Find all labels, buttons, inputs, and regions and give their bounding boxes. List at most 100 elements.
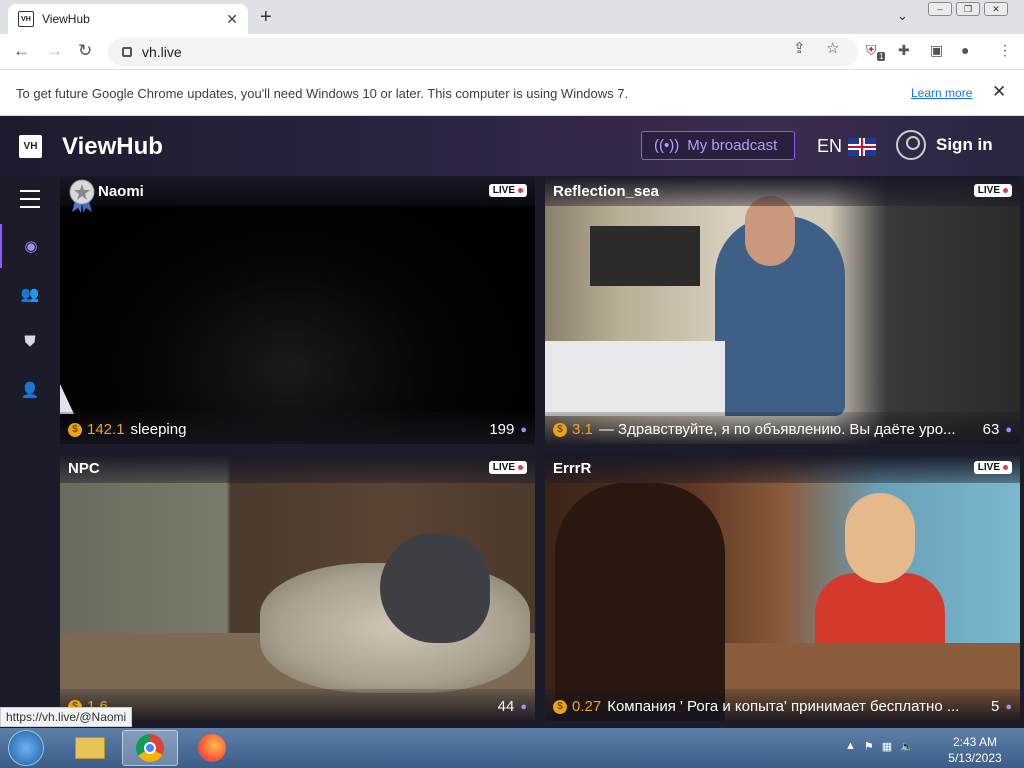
face-shape [845, 493, 915, 583]
stream-thumbnail [60, 176, 535, 444]
eye-icon: ● [520, 700, 527, 713]
tab-search-icon[interactable]: ⌄ [897, 8, 908, 24]
streamer-name: NPC [68, 460, 100, 477]
tab-title: ViewHub [42, 12, 90, 26]
menu-kebab-icon[interactable]: ⋮ [998, 42, 1012, 59]
hamburger-menu-icon[interactable] [20, 190, 40, 208]
broadcast-icon: ((•)) [654, 137, 680, 154]
network-icon[interactable]: ▦ [882, 740, 892, 753]
users-icon: 👥 [20, 286, 40, 303]
vh-logo[interactable]: VH [19, 135, 42, 158]
viewer-count: 5 [991, 698, 1000, 715]
file-explorer-icon[interactable] [62, 730, 118, 766]
windows-taskbar: ▲ ⚑ ▦ 🔈 2:43 AM 5/13/2023 [0, 728, 1024, 768]
bookmark-star-icon[interactable]: ☆ [826, 39, 839, 57]
volume-icon[interactable]: 🔈 [900, 740, 914, 753]
extension-badge: 1 [877, 52, 886, 61]
shield-user-icon: ⛊ [24, 332, 36, 350]
sidebar-item-users[interactable]: 👥 [0, 272, 60, 316]
user-settings-icon: 👤 [20, 382, 40, 399]
sidebar-item-streamers[interactable]: ⛊ [0, 319, 60, 363]
language-code: EN [817, 136, 843, 156]
coin-icon: $ [553, 422, 567, 437]
tips-amount: 142.1 [87, 421, 125, 438]
person-left-shape [555, 483, 725, 721]
back-icon[interactable]: ← [13, 41, 30, 61]
clock-time: 2:43 AM [952, 735, 998, 749]
language-selector[interactable]: EN [817, 136, 877, 157]
eye-icon: ● [1005, 423, 1012, 436]
viewer-count: 44 [497, 698, 515, 715]
forward-icon[interactable]: → [46, 41, 63, 61]
stream-info: $ 0.27 Компания ' Рога и копыта' принима… [553, 698, 1012, 715]
tips-amount: 3.1 [572, 421, 593, 438]
sign-in-label: Sign in [936, 135, 993, 154]
browser-tab-bar: VH ViewHub ✕ + ⌄ – ❐ ✕ [0, 0, 1024, 34]
my-broadcast-button[interactable]: ((•)) My broadcast [641, 131, 795, 160]
live-dot-icon [518, 465, 523, 470]
streamer-name: Reflection_sea [553, 183, 659, 200]
firefox-taskbar-icon[interactable] [184, 730, 240, 766]
vh-favicon-icon: VH [18, 11, 34, 27]
sidebar-item-profile[interactable]: 👤 [0, 368, 60, 412]
site-header: VH ViewHub ((•)) My broadcast EN Sign in [0, 116, 1024, 176]
live-dot-icon [518, 188, 523, 193]
sign-in-button[interactable]: Sign in [896, 130, 993, 160]
speakers-shape [590, 226, 700, 286]
lock-icon [122, 47, 132, 57]
action-center-icon[interactable]: ⚑ [864, 740, 874, 753]
coin-icon: $ [553, 699, 567, 714]
stream-topic: Компания ' Рога и копыта' принимает бесп… [607, 698, 960, 715]
browser-toolbar: ← → ↻ vh.live ⇪ ☆ ⛨ 1 ✚ ▣ ● ⋮ [0, 34, 1024, 70]
live-badge: LIVE [488, 184, 527, 197]
share-icon[interactable]: ⇪ [793, 39, 806, 57]
streamer-name: ErrrR [553, 460, 592, 477]
stream-card[interactable]: Naomi LIVE $ 142.1 sleeping 199 ● [60, 176, 535, 444]
url-text: vh.live [142, 44, 182, 60]
live-badge: LIVE [973, 461, 1012, 474]
sidebar-item-live[interactable]: ◉ [0, 224, 60, 268]
live-badge: LIVE [488, 461, 527, 474]
stream-card[interactable]: ErrrR LIVE $ 0.27 Компания ' Рога и копы… [545, 453, 1020, 721]
viewhub-page: VH ViewHub ((•)) My broadcast EN Sign in… [0, 116, 1024, 728]
infobar-close-icon[interactable]: ✕ [992, 82, 1006, 102]
window-controls: – ❐ ✕ [928, 2, 1008, 16]
profile-icon[interactable]: ● [961, 42, 969, 58]
live-dot-icon [1003, 465, 1008, 470]
address-bar[interactable]: vh.live [108, 38, 858, 66]
puzzle-extensions-icon[interactable]: ✚ [898, 42, 910, 59]
reload-icon[interactable]: ↻ [78, 41, 92, 61]
shield-extension-icon[interactable]: ⛨ [866, 42, 877, 59]
webcam-icon: ◉ [24, 238, 38, 255]
live-dot-icon [1003, 188, 1008, 193]
stream-card[interactable]: Reflection_sea LIVE $ 3.1 — Здравствуйте… [545, 176, 1020, 444]
tips-amount: 0.27 [572, 698, 602, 715]
uk-flag-icon [848, 137, 877, 156]
stream-info: $ 3.1 — Здравствуйте, я по объявлению. В… [553, 421, 1012, 438]
learn-more-link[interactable]: Learn more [911, 86, 972, 100]
tab-close-icon[interactable]: ✕ [226, 11, 238, 28]
viewer-count: 63 [982, 421, 1000, 438]
taskbar-clock[interactable]: 2:43 AM 5/13/2023 [940, 734, 1010, 766]
stream-topic: sleeping [130, 421, 187, 438]
windows-start-icon[interactable] [8, 730, 44, 766]
update-infobar: To get future Google Chrome updates, you… [0, 71, 1024, 116]
head-shape [745, 196, 795, 266]
desk-shape [545, 341, 725, 416]
brand-name[interactable]: ViewHub [62, 133, 163, 161]
minimize-icon[interactable]: – [928, 2, 952, 16]
broadcast-label: My broadcast [687, 137, 778, 154]
tray-expand-icon[interactable]: ▲ [845, 740, 856, 753]
stream-info: $ 1.6 44 ● [68, 698, 527, 715]
clock-date: 5/13/2023 [948, 751, 1002, 765]
side-panel-icon[interactable]: ▣ [930, 42, 943, 59]
restore-icon[interactable]: ❐ [956, 2, 980, 16]
chrome-taskbar-icon[interactable] [122, 730, 178, 766]
stream-card[interactable]: NPC LIVE $ 1.6 44 ● [60, 453, 535, 721]
system-tray: ▲ ⚑ ▦ 🔈 [845, 740, 914, 753]
browser-tab[interactable]: VH ViewHub ✕ [8, 4, 248, 34]
new-tab-icon[interactable]: + [260, 6, 272, 29]
close-window-icon[interactable]: ✕ [984, 2, 1008, 16]
thumbnail-light-shape [60, 384, 74, 414]
coin-icon: $ [68, 422, 82, 437]
